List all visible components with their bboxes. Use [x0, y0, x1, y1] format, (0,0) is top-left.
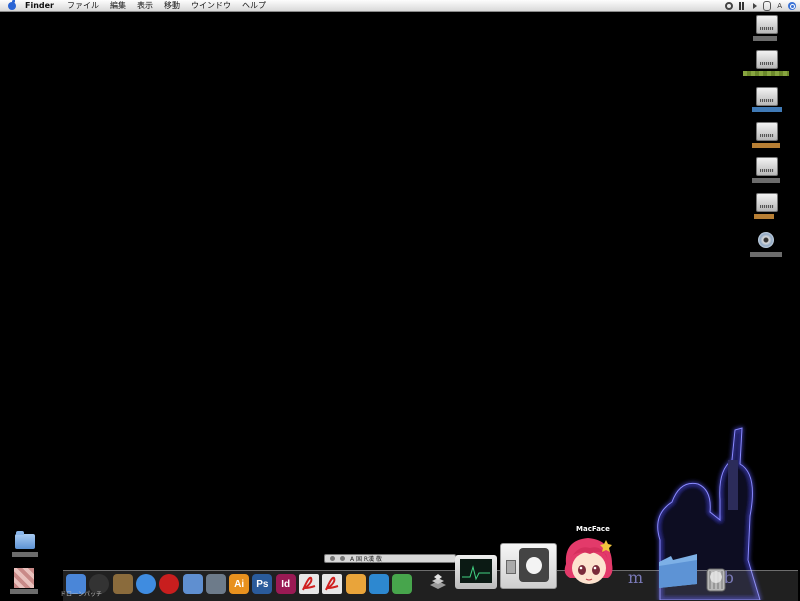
- input-toolbar[interactable]: A 国 R漢 敬: [324, 554, 456, 563]
- menu-edit[interactable]: 編集: [110, 0, 126, 11]
- indesign-icon[interactable]: Id: [275, 574, 296, 594]
- gear-icon[interactable]: [725, 1, 734, 10]
- menu-finder[interactable]: Finder: [25, 0, 54, 11]
- activity-bars-icon[interactable]: [739, 1, 748, 10]
- activity-graph: [460, 559, 492, 583]
- hard-disk-icon[interactable]: [756, 157, 778, 176]
- network-icon[interactable]: [392, 574, 413, 594]
- preview-icon[interactable]: [182, 574, 203, 594]
- apple-logo-icon: [519, 548, 549, 582]
- input-method-icon[interactable]: A: [777, 2, 782, 10]
- disk-label: [750, 252, 782, 257]
- dock-tooltip-label: ドロ一ンパッチ: [60, 591, 103, 598]
- disk-label: [752, 107, 782, 112]
- dreamweaver-like-icon[interactable]: [368, 574, 389, 594]
- speaker-icon[interactable]: [753, 2, 758, 9]
- battery-icon[interactable]: [763, 0, 772, 11]
- toolbar-dot-icon[interactable]: [330, 556, 335, 561]
- hard-disk-icon[interactable]: [756, 87, 778, 106]
- disk-label: [743, 71, 789, 76]
- acrobat-icon[interactable]: [299, 574, 319, 594]
- cd-disc-icon[interactable]: [758, 232, 774, 248]
- hard-disk-icon[interactable]: [756, 50, 778, 69]
- acrobat-pro-icon[interactable]: [322, 574, 343, 594]
- hard-disk-icon[interactable]: [756, 193, 778, 212]
- spotlight-icon[interactable]: [788, 1, 796, 10]
- hard-disk-icon[interactable]: [756, 122, 778, 141]
- trash-icon[interactable]: [703, 565, 729, 593]
- toolbar-dot-icon[interactable]: [340, 556, 345, 561]
- toolbar-text[interactable]: A 国 R漢 敬: [350, 554, 382, 563]
- menu-window[interactable]: ウインドウ: [191, 0, 231, 11]
- safari-icon[interactable]: [135, 574, 156, 594]
- folder-label: [12, 552, 38, 557]
- menu-go[interactable]: 移動: [164, 0, 180, 11]
- disk-label: [753, 36, 777, 41]
- folder-stack-icon[interactable]: [657, 550, 699, 590]
- image-file-icon[interactable]: [14, 568, 34, 588]
- photoshop-icon[interactable]: Ps: [252, 574, 273, 594]
- menu-bar: Finder ファイル 編集 表示 移動 ウインドウ ヘルプ A: [0, 0, 800, 12]
- menu-help[interactable]: ヘルプ: [242, 0, 266, 11]
- script-editor-icon[interactable]: [205, 574, 226, 594]
- image-file-label: [10, 589, 38, 594]
- sunflower-icon[interactable]: [345, 574, 366, 594]
- disk-label: [754, 214, 774, 219]
- toggle-switch[interactable]: [506, 560, 516, 574]
- disk-label: [752, 178, 780, 183]
- automator-icon[interactable]: [112, 574, 133, 594]
- menu-file[interactable]: ファイル: [67, 0, 99, 11]
- macface-character-icon[interactable]: [560, 534, 618, 590]
- printer-stack-icon[interactable]: [428, 571, 448, 593]
- apple-menu-icon[interactable]: [7, 0, 17, 11]
- disk-label: [752, 143, 780, 148]
- macface-label: MacFace: [576, 525, 610, 533]
- menu-view[interactable]: 表示: [137, 0, 153, 11]
- hard-disk-icon[interactable]: [756, 15, 778, 34]
- folder-icon[interactable]: [15, 531, 35, 549]
- illustrator-icon[interactable]: Ai: [229, 574, 250, 594]
- status-area: A: [725, 0, 796, 11]
